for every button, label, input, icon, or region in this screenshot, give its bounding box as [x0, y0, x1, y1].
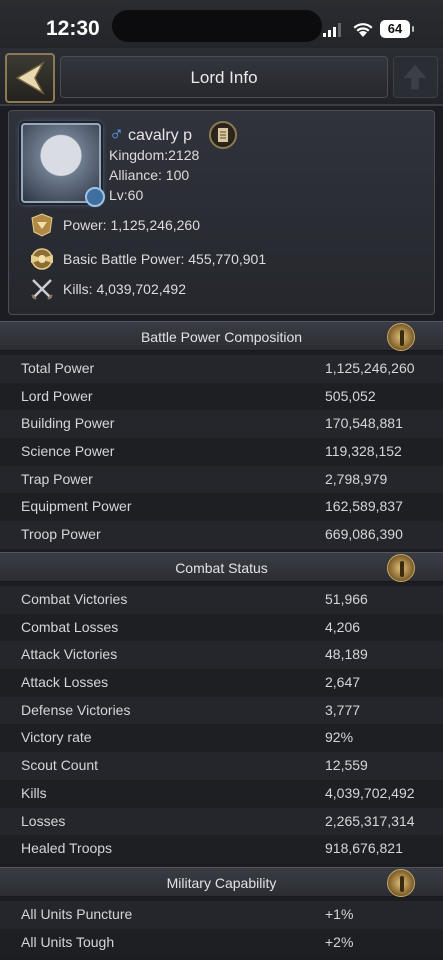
lord-profile-panel: ♂ cavalry p Kingdom:2128 Alliance: 100 Lv… [8, 110, 435, 315]
row-value: 4,206 [325, 618, 361, 635]
row-value: 162,589,837 [325, 498, 403, 515]
section-combat-status: Combat Status [0, 552, 443, 582]
power-text: Power: 1,125,246,260 [63, 217, 200, 233]
row-label: Losses [21, 812, 66, 829]
battle-power-icon [31, 248, 53, 270]
section-military-capability: Military Capability [0, 867, 443, 897]
section-title: Combat Status [175, 560, 268, 576]
row-value: 3,777 [325, 701, 361, 718]
battery-icon: 64 [380, 20, 414, 38]
level-text: Lv:60 [109, 187, 144, 203]
section-title: Military Capability [166, 875, 277, 891]
kingdom-text: Kingdom:2128 [109, 147, 200, 163]
male-gender-icon: ♂ [109, 123, 124, 145]
list-item: Attack Losses 2,647 [0, 669, 443, 697]
list-item: Kills 4,039,702,492 [0, 779, 443, 808]
list-item: Combat Losses 4,206 [0, 613, 443, 642]
list-item: Troop Power 669,086,390 [0, 521, 443, 549]
row-value: 51,966 [325, 591, 368, 607]
crossed-swords-icon [31, 279, 53, 300]
up-arrow-icon [403, 64, 427, 90]
row-value: 2,647 [325, 674, 361, 691]
combat-status-list: Combat Victories 51,966 Combat Losses 4,20… [0, 586, 443, 863]
list-item: Losses 2,265,317,314 [0, 807, 443, 836]
row-value: 170,548,881 [325, 415, 403, 432]
row-label: Troop Power [21, 526, 101, 543]
power-icon [31, 213, 53, 237]
row-value: 505,052 [325, 387, 376, 404]
row-label: Victory rate [21, 729, 92, 746]
avatar[interactable] [21, 123, 105, 207]
combat-status-info-icon[interactable] [387, 554, 415, 582]
status-time: 12:30 [46, 17, 100, 40]
status-bar: 12:30 64 [0, 0, 443, 48]
list-item: All Units Puncture +1% [0, 901, 443, 929]
row-label: Kills [21, 784, 47, 801]
back-button[interactable] [5, 53, 55, 103]
row-label: Trap Power [21, 470, 93, 487]
row-value: 669,086,390 [325, 526, 403, 543]
row-value: 4,039,702,492 [325, 784, 415, 801]
row-label: Combat Victories [21, 591, 128, 607]
row-value: 119,328,152 [325, 443, 402, 460]
row-label: Lord Power [21, 387, 93, 404]
list-item: Total Power 1,125,246,260 [0, 355, 443, 383]
list-item: Combat Victories 51,966 [0, 586, 443, 614]
section-title: Battle Power Composition [140, 329, 303, 345]
row-label: Building Power [21, 415, 115, 432]
detail-scroll-icon[interactable] [209, 121, 237, 149]
battle-power-info-icon[interactable] [387, 323, 415, 351]
row-label: Total Power [21, 360, 95, 376]
basic-battle-power-text: Basic Battle Power: 455,770,901 [63, 251, 267, 267]
row-value: 2,265,317,314 [325, 812, 415, 829]
list-item: Building Power 170,548,881 [0, 410, 443, 439]
row-value: 48,189 [325, 646, 368, 663]
cellular-signal-icon [323, 23, 341, 37]
list-item: Equipment Power 162,589,837 [0, 493, 443, 522]
row-label: Science Power [21, 443, 115, 460]
row-label: Attack Victories [21, 646, 118, 663]
military-capability-info-icon[interactable] [387, 869, 415, 897]
row-label: Combat Losses [21, 618, 119, 635]
row-value: 12,559 [325, 757, 368, 774]
lord-name: cavalry p [128, 127, 193, 144]
lord-name-row: ♂ cavalry p [109, 123, 192, 146]
page-title: Lord Info [60, 56, 388, 98]
row-value: 2,798,979 [325, 470, 388, 487]
list-item: Healed Troops 918,676,821 [0, 835, 443, 863]
list-item: Science Power 119,328,152 [0, 438, 443, 466]
alliance-text: Alliance: 100 [109, 167, 190, 183]
back-arrow-icon [15, 61, 45, 95]
scroll-icon [218, 128, 228, 142]
section-battle-power-composition: Battle Power Composition [0, 321, 443, 351]
row-label: Healed Troops [21, 840, 113, 857]
row-label: Scout Count [21, 757, 99, 774]
row-value: +2% [325, 933, 354, 950]
avatar-badge-icon [85, 187, 105, 207]
row-value: 1,125,246,260 [325, 360, 415, 376]
kills-text: Kills: 4,039,702,492 [63, 281, 186, 297]
list-item: All Units Tough +2% [0, 928, 443, 957]
row-label: Defense Victories [21, 701, 131, 718]
dynamic-island [112, 10, 322, 42]
row-label: All Units Tough [21, 933, 115, 950]
wifi-icon [353, 23, 373, 37]
row-value: 918,676,821 [325, 840, 403, 857]
row-label: All Units Puncture [21, 906, 133, 922]
row-label: Equipment Power [21, 498, 132, 515]
row-value: +1% [325, 906, 354, 922]
header: Lord Info [0, 48, 443, 106]
list-item: Lord Power 505,052 [0, 382, 443, 411]
list-item: Victory rate 92% [0, 724, 443, 753]
list-item: Defense Victories 3,777 [0, 696, 443, 725]
share-button[interactable] [393, 56, 438, 98]
list-item: Attack Victories 48,189 [0, 641, 443, 670]
list-item: Trap Power 2,798,979 [0, 465, 443, 494]
row-value: 92% [325, 729, 354, 746]
military-capability-list: All Units Puncture +1% All Units Tough +2% [0, 901, 443, 957]
row-label: Attack Losses [21, 674, 109, 691]
battle-power-list: Total Power 1,125,246,260 Lord Power 505,0… [0, 355, 443, 549]
list-item: Scout Count 12,559 [0, 752, 443, 780]
